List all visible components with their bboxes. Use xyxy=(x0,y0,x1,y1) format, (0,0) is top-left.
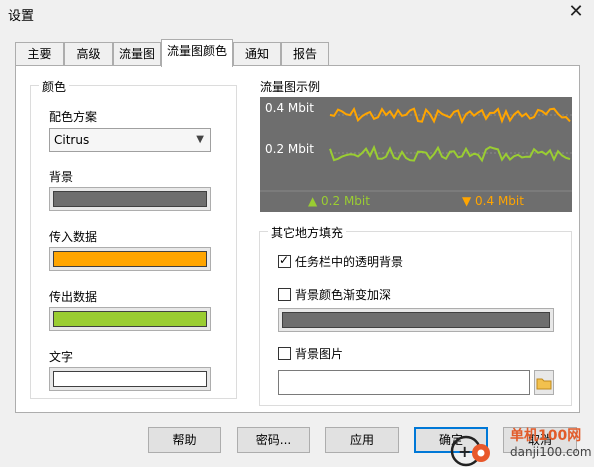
tab-notifications[interactable]: 通知 xyxy=(233,42,281,66)
gradient-color-button[interactable] xyxy=(278,308,554,332)
checkbox-box xyxy=(278,288,291,301)
colors-group: 颜色 配色方案 Citrus ▼ 背景 传入数据 传出数据 文字 xyxy=(30,78,237,399)
background-color-button[interactable] xyxy=(49,187,211,211)
window-title: 设置 xyxy=(8,9,35,24)
colors-group-title: 颜色 xyxy=(39,78,70,95)
check-icon: ✓ xyxy=(279,253,290,267)
outgoing-label: 传出数据 xyxy=(49,290,98,304)
background-label: 背景 xyxy=(49,170,74,184)
text-color-button[interactable] xyxy=(49,367,211,391)
incoming-color-button[interactable] xyxy=(49,247,211,271)
chevron-down-icon: ▼ xyxy=(196,134,204,145)
svg-text:+: + xyxy=(458,442,471,461)
graph-legend-incoming: ▲ 0.2 Mbit xyxy=(308,194,370,208)
bg-image-checkbox[interactable]: 背景图片 xyxy=(278,346,343,362)
gradient-label: 背景颜色渐变加深 xyxy=(295,288,392,302)
watermark-domain: danji100.com xyxy=(510,445,592,459)
gradient-swatch xyxy=(282,312,550,328)
text-color-label: 文字 xyxy=(49,350,74,364)
incoming-line xyxy=(329,144,571,163)
incoming-label: 传入数据 xyxy=(49,230,98,244)
gradient-checkbox[interactable]: 背景颜色渐变加深 xyxy=(278,287,391,303)
bg-image-path-input[interactable] xyxy=(278,370,530,395)
scheme-label: 配色方案 xyxy=(49,110,98,124)
tab-panel: 颜色 配色方案 Citrus ▼ 背景 传入数据 传出数据 文字 流量图示例 0… xyxy=(15,65,580,413)
browse-folder-button[interactable] xyxy=(534,370,554,395)
transparent-bg-label: 任务栏中的透明背景 xyxy=(295,255,404,269)
preview-title: 流量图示例 xyxy=(260,80,321,94)
text-swatch xyxy=(53,371,207,387)
graph-legend-outgoing: ▼ 0.4 Mbit xyxy=(462,194,524,208)
scheme-select[interactable]: Citrus ▼ xyxy=(49,128,211,152)
incoming-swatch xyxy=(53,251,207,267)
transparent-bg-checkbox[interactable]: ✓ 任务栏中的透明背景 xyxy=(278,253,404,270)
tab-reports[interactable]: 报告 xyxy=(281,42,329,66)
tab-main[interactable]: 主要 xyxy=(15,42,64,66)
fill-group-title: 其它地方填充 xyxy=(268,224,347,241)
tab-traffic-graph[interactable]: 流量图 xyxy=(113,42,161,66)
tab-graph-colors[interactable]: 流量图颜色 xyxy=(161,39,233,67)
traffic-preview-graph: 0.4 Mbit 0.2 Mbit ▲ 0.2 Mbit ▼ 0.4 Mbit xyxy=(260,97,572,212)
apply-button[interactable]: 应用 xyxy=(325,427,399,453)
watermark-brand: 单机100网 xyxy=(510,428,582,444)
folder-icon xyxy=(536,378,552,390)
outgoing-swatch xyxy=(53,311,207,327)
help-button[interactable]: 帮助 xyxy=(148,427,221,453)
watermark: + 单机100网 danji100.com xyxy=(448,428,594,467)
background-swatch xyxy=(53,191,207,207)
bg-image-label: 背景图片 xyxy=(295,347,344,361)
graph-lines xyxy=(260,106,572,192)
watermark-logo-icon: + xyxy=(450,435,490,467)
checkbox-box: ✓ xyxy=(278,253,291,268)
close-icon[interactable]: ✕ xyxy=(566,2,586,22)
outgoing-color-button[interactable] xyxy=(49,307,211,331)
scheme-select-value: Citrus xyxy=(54,133,90,147)
fill-group: 其它地方填充 ✓ 任务栏中的透明背景 背景颜色渐变加深 背景图片 xyxy=(259,224,572,406)
checkbox-box xyxy=(278,347,291,360)
password-button[interactable]: 密码... xyxy=(237,427,310,453)
tab-advanced[interactable]: 高级 xyxy=(64,42,113,66)
